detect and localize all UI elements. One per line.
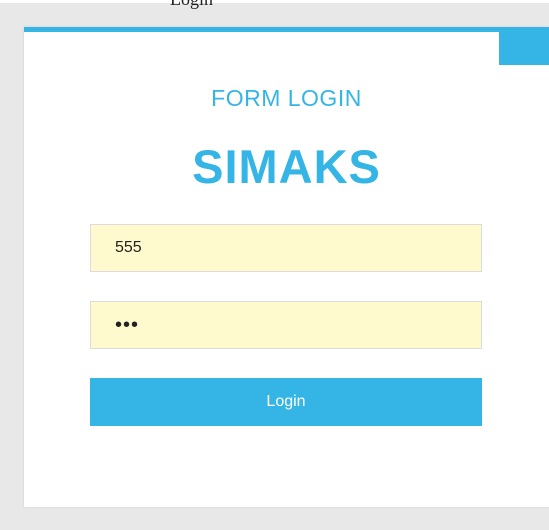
card-top-border	[24, 27, 549, 32]
app-title: SIMAKS	[192, 140, 381, 193]
corner-tab	[499, 32, 549, 65]
password-input[interactable]	[90, 301, 482, 349]
login-card: FORM LOGIN SIMAKS Login	[24, 27, 549, 507]
form-subtitle: FORM LOGIN	[211, 85, 362, 111]
login-button[interactable]: Login	[90, 378, 482, 426]
top-caption: Login	[170, 0, 213, 10]
username-input[interactable]	[90, 224, 482, 272]
